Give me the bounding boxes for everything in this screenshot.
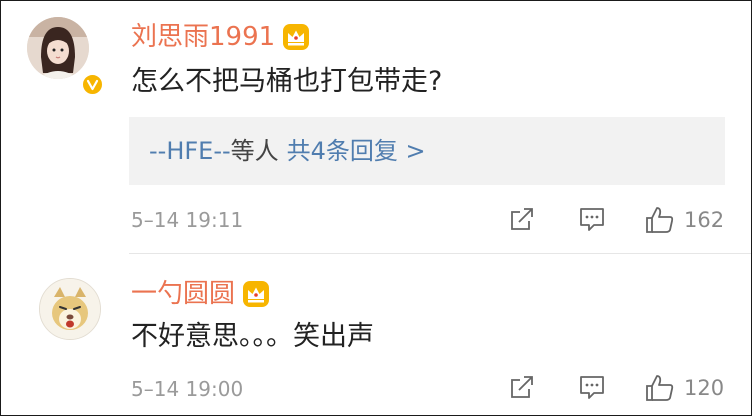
- reply-button[interactable]: [577, 372, 607, 402]
- avatar[interactable]: [27, 17, 89, 79]
- share-button[interactable]: [507, 372, 537, 402]
- reply-summary[interactable]: --HFE--等人 共4条回复 >: [129, 117, 725, 185]
- crown-vip-icon[interactable]: [281, 22, 311, 52]
- like-button[interactable]: 120: [644, 372, 724, 404]
- comments-panel: 刘思雨1991 怎么不把马桶也打包带走? --HFE--等人 共4条回复 > 5–…: [0, 0, 752, 416]
- share-button[interactable]: [507, 204, 537, 234]
- reply-button[interactable]: [577, 204, 607, 234]
- share-icon: [511, 208, 533, 230]
- like-count: 120: [684, 376, 725, 400]
- reply-icon: [580, 208, 604, 231]
- username-row: 一勺圆圆: [131, 276, 271, 312]
- like-count: 162: [684, 208, 725, 232]
- username-row: 刘思雨1991: [131, 19, 311, 55]
- crown-vip-icon[interactable]: [241, 279, 271, 309]
- comment-text: 怎么不把马桶也打包带走?: [131, 66, 443, 97]
- username-link[interactable]: 刘思雨1991: [131, 19, 275, 55]
- like-icon: [646, 207, 674, 233]
- like-button[interactable]: 162: [644, 204, 724, 236]
- verified-badge-icon: [81, 73, 104, 96]
- share-icon: [511, 376, 533, 398]
- username-link[interactable]: 一勺圆圆: [131, 276, 235, 312]
- avatar[interactable]: [39, 278, 101, 340]
- comment-timestamp: 5–14 19:00: [131, 377, 244, 401]
- like-icon: [646, 375, 674, 401]
- view-replies-link[interactable]: 共4条回复 >: [287, 137, 426, 165]
- reply-others-label: 等人: [230, 137, 279, 165]
- comment-item: 刘思雨1991 怎么不把马桶也打包带走? --HFE--等人 共4条回复 > 5–…: [1, 1, 751, 253]
- reply-icon: [580, 376, 604, 399]
- comment-item: 一勺圆圆 不好意思。。。笑出声 5–14 19:00 120: [1, 254, 751, 415]
- comment-timestamp: 5–14 19:11: [131, 208, 244, 232]
- reply-user-link[interactable]: --HFE--: [149, 137, 231, 165]
- comment-text: 不好意思。。。笑出声: [131, 321, 374, 352]
